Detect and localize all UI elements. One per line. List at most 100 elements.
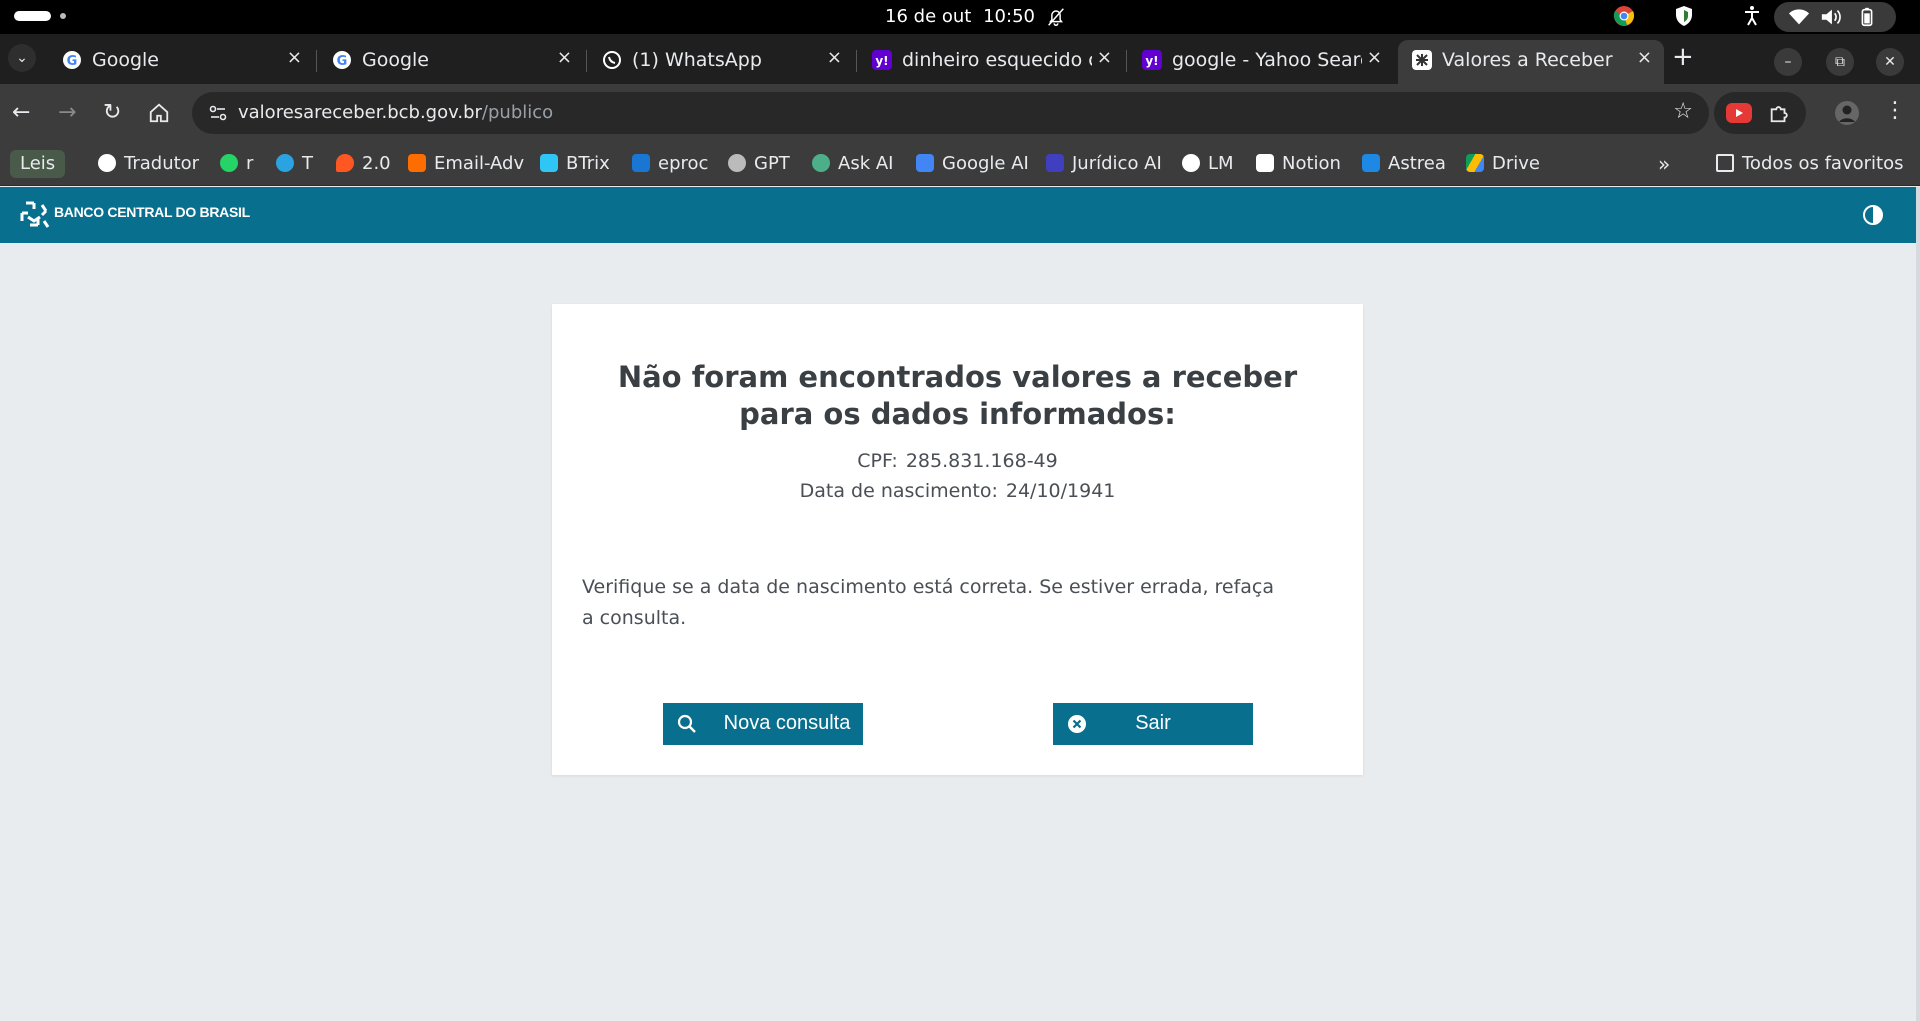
shield-icon[interactable] xyxy=(1672,4,1696,28)
bcb-icon xyxy=(1412,50,1432,70)
tab-close-button[interactable]: × xyxy=(1367,47,1382,68)
tab-close-button[interactable]: × xyxy=(827,47,842,68)
juridico-icon xyxy=(1046,154,1064,172)
bookmark-btrix[interactable]: BTrix xyxy=(540,150,610,178)
browser-menu-icon[interactable]: ⋮ xyxy=(1884,98,1906,123)
browser-toolbar: ← → ↻ valoresareceber.bcb.gov.br/publico… xyxy=(0,84,1920,142)
bookmark-label: Drive xyxy=(1492,153,1540,174)
chrome-icon[interactable] xyxy=(1612,4,1636,28)
accessibility-icon[interactable] xyxy=(1740,4,1764,28)
bitrix-icon xyxy=(540,154,558,172)
tab-title: (1) WhatsApp xyxy=(632,49,762,71)
telegram-icon xyxy=(276,154,294,172)
back-icon[interactable]: ← xyxy=(12,100,30,125)
tab-whatsapp[interactable]: (1) WhatsApp × xyxy=(588,42,854,78)
tab-yahoo-dinheiro[interactable]: y! dinheiro esquecido co × xyxy=(858,42,1124,78)
bookmark-label: Google AI xyxy=(942,153,1029,174)
openai-icon xyxy=(728,154,746,172)
bookmark-gpt[interactable]: GPT xyxy=(728,150,790,178)
svg-text:G: G xyxy=(337,54,348,69)
all-favorites-folder[interactable]: Todos os favoritos xyxy=(1716,150,1903,178)
tab-google-2[interactable]: G Google × xyxy=(318,42,584,78)
bookmark-drive[interactable]: Drive xyxy=(1466,150,1540,178)
minimize-button[interactable]: – xyxy=(1774,48,1802,76)
bookmark-email-adv[interactable]: Email-Adv xyxy=(408,150,524,178)
askai-icon xyxy=(812,154,830,172)
cpf-value: 285.831.168-49 xyxy=(905,450,1058,472)
system-top-bar: 16 de out 10:50 xyxy=(0,0,1920,34)
tab-close-button[interactable]: × xyxy=(287,47,302,68)
bookmark-eproc[interactable]: eproc xyxy=(632,150,708,178)
bookmark-tradutor[interactable]: Tradutor xyxy=(98,150,199,178)
browser-tab-strip: ⌄ G Google × G Google × (1) WhatsApp × y… xyxy=(0,34,1920,84)
svg-text:y!: y! xyxy=(1145,54,1158,68)
new-query-label: Nova consulta xyxy=(723,712,851,734)
close-window-button[interactable]: ✕ xyxy=(1876,48,1904,76)
site-info-icon[interactable] xyxy=(208,103,228,123)
bookmark-star-icon[interactable]: ☆ xyxy=(1673,99,1693,124)
forward-icon[interactable]: → xyxy=(58,100,76,125)
home-icon[interactable] xyxy=(148,102,170,124)
tab-valores-a-receber[interactable]: Valores a Receber × xyxy=(1398,40,1664,84)
tab-separator xyxy=(316,50,317,72)
bookmark-juridico-ai[interactable]: Jurídico AI xyxy=(1046,150,1162,178)
all-favorites-label: Todos os favoritos xyxy=(1742,153,1904,174)
result-title: Não foram encontrados valores a receber … xyxy=(617,360,1298,431)
tab-separator xyxy=(856,50,857,72)
google-icon xyxy=(98,154,116,172)
exit-button[interactable]: Sair xyxy=(1053,703,1253,745)
quick-settings[interactable] xyxy=(1774,2,1896,32)
tab-close-button[interactable]: × xyxy=(1637,47,1652,68)
bookmark-astrea[interactable]: Astrea xyxy=(1362,150,1446,178)
bookmark-2-0[interactable]: 2.0 xyxy=(336,150,391,178)
bookmark-label: Notion xyxy=(1282,153,1341,174)
bookmark-ask-ai[interactable]: Ask AI xyxy=(812,150,893,178)
bookmark-r[interactable]: r xyxy=(220,150,253,178)
eproc-icon xyxy=(632,154,650,172)
new-query-button[interactable]: Nova consulta xyxy=(663,703,863,745)
lm-icon xyxy=(1182,154,1200,172)
bookmark-label: BTrix xyxy=(566,153,610,174)
more-bookmarks-button[interactable]: » xyxy=(1658,150,1670,178)
tab-close-button[interactable]: × xyxy=(557,47,572,68)
fire-icon xyxy=(336,154,354,172)
svg-text:G: G xyxy=(67,54,78,69)
whatsapp-icon xyxy=(603,51,621,69)
tab-close-button[interactable]: × xyxy=(1097,47,1112,68)
googleai-icon xyxy=(916,154,934,172)
birth-date-line: Data de nascimento: 24/10/1941 xyxy=(552,480,1363,502)
tab-separator xyxy=(586,50,587,72)
bcb-logo-icon[interactable] xyxy=(16,197,52,233)
bookmark-t[interactable]: T xyxy=(276,150,313,178)
page-scrollbar[interactable] xyxy=(1916,187,1920,1021)
bcb-brand-name: BANCO CENTRAL DO BRASIL xyxy=(54,204,250,220)
bookmark-label: Astrea xyxy=(1388,153,1446,174)
notifications-off-icon[interactable] xyxy=(1045,6,1067,28)
bookmark-label: Tradutor xyxy=(124,153,200,174)
bookmark-leis[interactable]: Leis xyxy=(10,150,66,178)
youtube-extension-icon[interactable] xyxy=(1726,103,1752,123)
bookmark-label: r xyxy=(246,153,254,174)
bookmark-notion[interactable]: Notion xyxy=(1256,150,1341,178)
result-card: Não foram encontrados valores a receber … xyxy=(552,304,1363,775)
contrast-toggle-icon[interactable] xyxy=(1862,204,1884,226)
notion-icon xyxy=(1256,154,1274,172)
reload-icon[interactable]: ↻ xyxy=(103,100,121,125)
url-path: /publico xyxy=(481,102,554,123)
birth-date-value: 24/10/1941 xyxy=(1005,480,1116,502)
tab-yahoo-google[interactable]: y! google - Yahoo Search × xyxy=(1128,42,1394,78)
profile-avatar[interactable] xyxy=(1834,100,1860,126)
svg-text:y!: y! xyxy=(875,54,888,68)
extensions-puzzle-icon[interactable] xyxy=(1768,102,1790,124)
bookmark-lm[interactable]: LM xyxy=(1182,150,1234,178)
yahoo-icon: y! xyxy=(872,50,892,70)
bookmark-label: T xyxy=(302,153,313,174)
bookmark-google-ai[interactable]: Google AI xyxy=(916,150,1029,178)
bookmark-label: Jurídico AI xyxy=(1072,153,1162,174)
bcb-header: BANCO CENTRAL DO BRASIL xyxy=(0,187,1920,243)
restore-button[interactable]: ⧉ xyxy=(1826,48,1854,76)
tab-search-button[interactable]: ⌄ xyxy=(8,44,36,72)
new-tab-button[interactable]: + xyxy=(1672,42,1694,72)
tab-google-1[interactable]: G Google × xyxy=(48,42,314,78)
address-bar[interactable]: valoresareceber.bcb.gov.br/publico ☆ xyxy=(192,92,1709,134)
